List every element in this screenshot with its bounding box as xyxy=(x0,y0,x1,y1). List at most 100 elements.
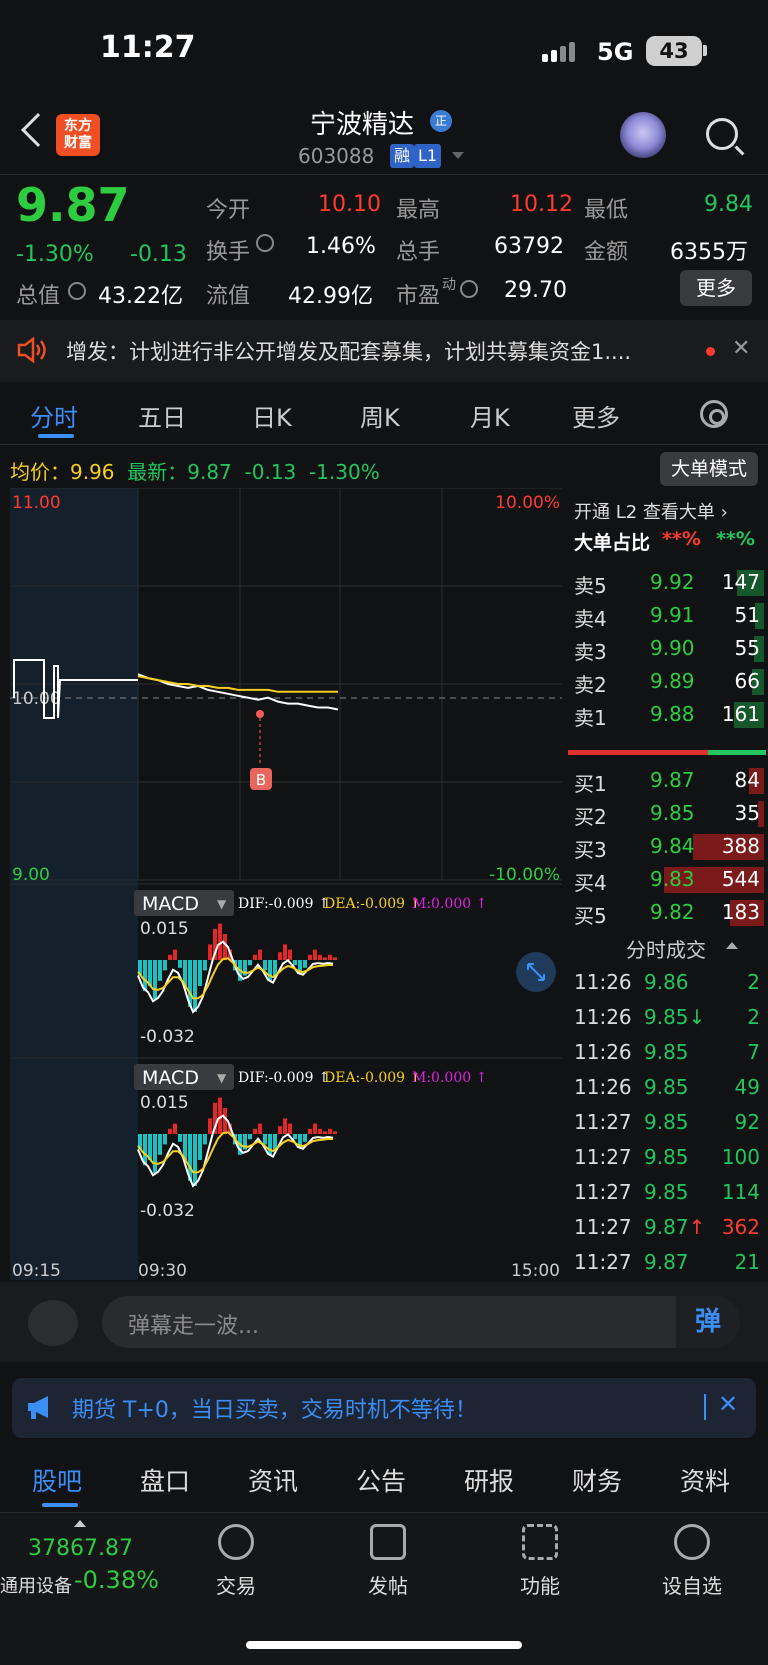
level-price: 9.88 xyxy=(650,702,695,726)
tab-research[interactable]: 研报 xyxy=(464,1462,514,1498)
level-label: 卖3 xyxy=(574,640,607,664)
level-price: 9.92 xyxy=(650,570,695,594)
macd-bar xyxy=(178,960,182,968)
ask-row: 卖4 9.91 51 xyxy=(566,601,768,631)
ad-text[interactable]: 期货 T+0，当日买卖，交易时机不等待！ xyxy=(72,1392,477,1424)
macd-bar xyxy=(313,1123,317,1134)
close-icon[interactable]: ✕ xyxy=(718,1390,738,1418)
l2-promo[interactable]: 开通 L2 查看大单 › xyxy=(574,498,728,524)
trade-price: 9.85 xyxy=(644,1110,689,1134)
macd-bar xyxy=(223,1108,227,1134)
macd-bar xyxy=(323,1131,327,1134)
level-label: 卖5 xyxy=(574,574,607,598)
trades-title[interactable]: 分时成交 xyxy=(626,934,706,963)
buy-marker-label: B xyxy=(256,771,266,789)
x-label-close: 15:00 xyxy=(511,1261,560,1280)
close-icon[interactable]: ✕ xyxy=(732,336,750,361)
functions-button[interactable]: 功能 xyxy=(490,1524,590,1599)
macd-bar xyxy=(323,957,327,960)
macd-bar xyxy=(288,1123,292,1134)
tab-finance[interactable]: 财务 xyxy=(572,1462,622,1498)
post-button[interactable]: 发帖 xyxy=(338,1524,438,1599)
macd-bar xyxy=(173,1123,177,1134)
sector-name[interactable]: 通用设备 xyxy=(0,1572,72,1598)
notice-text[interactable]: 增发：计划进行非公开增发及配套募集，计划共募集资金1.... xyxy=(66,336,686,366)
battery-cap xyxy=(703,45,707,56)
danmu-send-button[interactable]: 弹 xyxy=(676,1296,740,1348)
macd-bar xyxy=(158,960,162,981)
macd-axis-bottom-2: -0.032 xyxy=(140,1201,195,1221)
macd-bar xyxy=(293,1134,297,1140)
amount-value: 6355万 xyxy=(670,240,748,265)
dif-line xyxy=(137,940,334,1014)
intraday-chart[interactable]: 11.00 10.00 9.00 10.00% -10.00% B MACD ▼ D… xyxy=(10,488,562,1280)
danmu-settings-icon[interactable] xyxy=(28,1300,78,1346)
caret-up-icon[interactable] xyxy=(74,1520,86,1527)
level-volume: 35 xyxy=(734,801,760,825)
signal-icon xyxy=(542,40,582,62)
tab-guba[interactable]: 股吧 xyxy=(32,1462,82,1498)
mktcap: 43.22亿 xyxy=(98,284,183,309)
info-icon[interactable] xyxy=(68,282,86,300)
home-indicator xyxy=(246,1641,522,1649)
tab-month-k[interactable]: 月K xyxy=(470,398,510,433)
big-order-mode-button[interactable]: 大单模式 xyxy=(660,452,758,486)
sector-index-value[interactable]: 37867.87 xyxy=(28,1536,133,1561)
price-axis-bottom: 9.00 xyxy=(12,865,50,885)
gear-icon[interactable] xyxy=(700,400,728,428)
level-label: 卖1 xyxy=(574,706,607,730)
trade-price: 9.85 xyxy=(644,1145,689,1169)
trade-label: 交易 xyxy=(216,1574,256,1598)
mktcap-label: 总值 xyxy=(16,284,61,309)
pct-axis-bottom: -10.00% xyxy=(489,865,560,885)
tab-day-k[interactable]: 日K xyxy=(252,398,292,433)
float-value: 42.99亿 xyxy=(288,284,373,309)
danmu-placeholder: 弹幕走一波... xyxy=(128,1314,259,1339)
tab-profile[interactable]: 资料 xyxy=(680,1462,730,1498)
macd-bar xyxy=(303,960,307,968)
tab-indicator xyxy=(38,434,74,438)
tab-more[interactable]: 更多 xyxy=(572,398,620,433)
info-icon[interactable] xyxy=(460,280,478,298)
sector-pct[interactable]: -0.38% xyxy=(74,1566,159,1594)
pct-axis-top: 10.00% xyxy=(495,493,560,513)
latest-change: -0.13 xyxy=(244,460,297,484)
level-price: 9.82 xyxy=(650,900,695,924)
tab-pankou[interactable]: 盘口 xyxy=(140,1462,190,1498)
back-arrow-icon[interactable] xyxy=(21,113,55,147)
certified-badge-icon: 正 xyxy=(430,110,452,132)
low-value: 9.84 xyxy=(704,192,753,217)
info-icon[interactable] xyxy=(256,234,274,252)
ad-divider xyxy=(704,1394,706,1420)
caret-down-icon[interactable] xyxy=(452,152,464,159)
macd-bar xyxy=(208,944,212,960)
tab-intraday[interactable]: 分时 xyxy=(30,398,78,433)
add-watchlist-button[interactable]: 设自选 xyxy=(642,1524,742,1599)
trade-price: 9.85 xyxy=(644,1040,689,1064)
tab-announcements[interactable]: 公告 xyxy=(356,1462,406,1498)
tab-news[interactable]: 资讯 xyxy=(248,1462,298,1498)
level-volume: 147 xyxy=(721,570,760,594)
change-pct: -1.30% xyxy=(16,242,94,267)
macd-bar xyxy=(268,960,272,981)
more-button[interactable]: 更多 xyxy=(680,270,752,306)
trade-button[interactable]: 交易 xyxy=(186,1524,286,1599)
robot-assistant-icon[interactable] xyxy=(620,112,666,158)
macd-bar xyxy=(308,954,312,960)
x-label-start: 09:15 xyxy=(12,1261,61,1280)
trade-row: 11:26 9.85↓ 2 xyxy=(566,1003,768,1037)
macd-bar xyxy=(258,1123,262,1134)
trade-volume: 2 xyxy=(747,970,760,994)
buy-sell-bar-red xyxy=(568,750,708,755)
macd-bar xyxy=(153,960,157,999)
grid-icon xyxy=(522,1524,558,1560)
level-tag: L1 xyxy=(414,144,442,168)
level-price: 9.89 xyxy=(650,669,695,693)
search-icon[interactable] xyxy=(706,118,738,150)
level-volume: 161 xyxy=(721,702,760,726)
caret-up-icon[interactable] xyxy=(726,942,738,949)
more-dots-icon xyxy=(674,1524,710,1560)
tab-5day[interactable]: 五日 xyxy=(138,398,186,433)
macd-bar xyxy=(198,1134,202,1160)
tab-week-k[interactable]: 周K xyxy=(360,398,400,433)
